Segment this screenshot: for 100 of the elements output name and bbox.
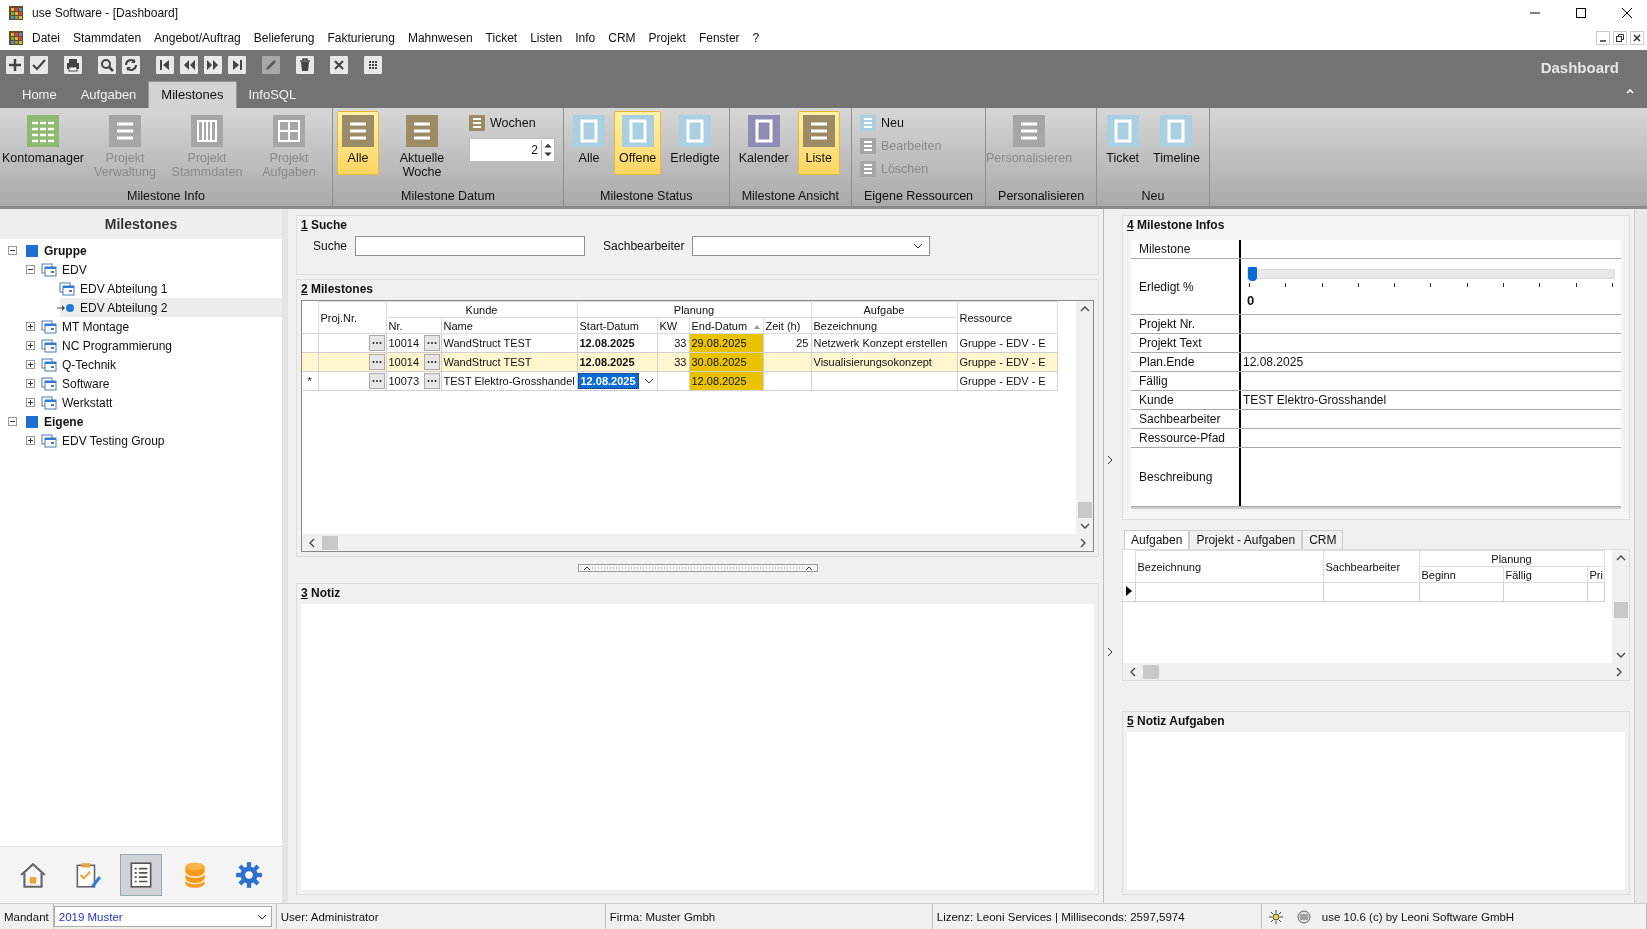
first-record-icon[interactable] <box>156 56 174 74</box>
menu-item[interactable]: Belieferung <box>253 31 315 45</box>
trash-icon[interactable] <box>296 56 314 74</box>
column-header[interactable]: Sachbearbeiter <box>1323 550 1419 583</box>
check-icon[interactable] <box>30 56 48 74</box>
menu-item[interactable]: Ticket <box>485 31 518 45</box>
menu-item[interactable]: Angebot/Auftrag <box>154 31 241 45</box>
chevron-down-icon[interactable] <box>643 378 654 384</box>
scroll-right-icon[interactable] <box>1615 666 1623 677</box>
scrollbar[interactable] <box>1076 301 1093 534</box>
collapse-right-icon[interactable] <box>1106 646 1114 658</box>
expand-icon[interactable] <box>26 398 35 407</box>
column-header[interactable]: KW <box>657 317 689 334</box>
menu-item[interactable]: Projekt <box>648 31 686 45</box>
splitter-handle[interactable] <box>577 564 818 572</box>
scrollbar-thumb[interactable] <box>1077 502 1092 518</box>
ellipsis-button[interactable] <box>423 335 440 351</box>
ellipsis-button[interactable] <box>368 335 385 351</box>
expand-icon[interactable] <box>26 379 35 388</box>
column-header[interactable]: Pri <box>1587 566 1604 583</box>
progress-slider[interactable] <box>1247 269 1615 279</box>
ribbon-button[interactable]: Ticket <box>1101 111 1145 175</box>
printer-icon[interactable] <box>64 56 82 74</box>
menu-item[interactable]: Stammdaten <box>73 31 142 45</box>
tree-item[interactable]: EDV <box>60 261 89 278</box>
close-icon[interactable] <box>1621 7 1633 19</box>
menu-item[interactable]: ? <box>752 31 760 45</box>
grid-row[interactable]: 10014 WandStruct TEST 12.08.2025 33 30.08.2025 Visualisierungsokonzept Gruppe - EDV - E <box>302 352 1057 372</box>
scrollbar[interactable] <box>1123 663 1629 680</box>
scrollbar[interactable] <box>302 534 1093 551</box>
ribbon-tab[interactable]: InfoSQL <box>236 82 309 108</box>
ribbon-button[interactable]: Kalender <box>733 111 794 175</box>
column-header[interactable]: Zeit (h) <box>763 317 811 334</box>
ribbon-button[interactable]: Liste <box>797 111 840 175</box>
scroll-left-icon[interactable] <box>308 537 316 548</box>
search-field[interactable] <box>355 236 586 256</box>
ribbon-tab[interactable]: Aufgaben <box>68 82 149 108</box>
grid-row[interactable]: * 10073 TEST Elektro-Grosshandel 12.08.2025 12.08.2025 Gruppe - EDV - E <box>302 371 1057 391</box>
column-header[interactable]: Fällig <box>1503 566 1587 583</box>
add-icon[interactable] <box>6 56 24 74</box>
tree-item[interactable]: Werkstatt <box>60 394 115 411</box>
collapse-icon[interactable] <box>26 265 35 274</box>
maximize-icon[interactable] <box>1575 7 1587 19</box>
scroll-left-icon[interactable] <box>1129 666 1137 677</box>
ribbon-button[interactable]: Aktuelle Woche <box>383 111 461 175</box>
list-button[interactable] <box>120 854 162 896</box>
menu-item[interactable]: Fakturierung <box>327 31 395 45</box>
last-record-icon[interactable] <box>228 56 246 74</box>
tab[interactable]: Projekt - Aufgaben <box>1189 530 1303 549</box>
column-header[interactable]: End-Datum <box>689 317 763 334</box>
search-icon[interactable] <box>98 56 116 74</box>
client-dropdown[interactable]: 2019 Muster <box>53 906 272 927</box>
tree-item[interactable]: Q-Technik <box>60 356 119 373</box>
collapse-icon[interactable] <box>8 417 17 426</box>
ribbon-small-button[interactable]: Wochen <box>469 115 555 131</box>
clerk-dropdown[interactable] <box>692 236 931 256</box>
collapse-icon[interactable] <box>8 246 17 255</box>
ribbon-tab[interactable]: Milestones <box>148 81 237 108</box>
tree-item[interactable]: MT Montage <box>60 318 132 335</box>
ribbon-small-button[interactable]: Neu <box>859 115 942 131</box>
minimize-icon[interactable] <box>1596 31 1610 45</box>
tree-item[interactable]: Eigene <box>42 413 86 430</box>
ribbon-button[interactable]: Timeline <box>1148 111 1205 175</box>
tree-item[interactable]: Gruppe <box>42 242 89 259</box>
scroll-right-icon[interactable] <box>1079 537 1087 548</box>
grid-row[interactable]: 10014 WandStruct TEST 12.08.2025 33 29.08.2025 25 Netzwerk Konzept erstellen Gruppe - EDV - E <box>302 333 1057 353</box>
ribbon-tab[interactable]: Home <box>10 82 69 108</box>
ellipsis-button[interactable] <box>423 373 440 389</box>
cancel-icon[interactable] <box>330 56 348 74</box>
scroll-up-icon[interactable] <box>1615 554 1626 562</box>
ribbon-button[interactable]: Kontomanager <box>4 111 82 175</box>
ribbon-button[interactable]: Alle <box>337 111 379 175</box>
menu-item[interactable]: Info <box>575 31 596 45</box>
column-header[interactable]: Beginn <box>1419 566 1503 583</box>
scroll-down-icon[interactable] <box>1079 522 1090 530</box>
grid-icon[interactable] <box>364 56 382 74</box>
tree-item[interactable]: EDV Testing Group <box>60 432 167 449</box>
date-editor[interactable]: 12.08.2025 <box>578 373 639 389</box>
expand-icon[interactable] <box>26 360 35 369</box>
tab[interactable]: CRM <box>1302 530 1344 549</box>
collapse-right-icon[interactable] <box>1106 454 1114 466</box>
scrollbar-thumb[interactable] <box>322 535 338 550</box>
tree-item[interactable]: Software <box>60 375 112 392</box>
menu-item[interactable]: Listen <box>530 31 563 45</box>
scrollbar[interactable] <box>1612 550 1629 663</box>
expand-icon[interactable] <box>26 436 35 445</box>
ellipsis-button[interactable] <box>368 373 385 389</box>
column-header[interactable]: Nr. <box>386 317 441 334</box>
tree-item[interactable]: NC Programmierung <box>60 337 175 354</box>
column-header[interactable]: Start-Datum <box>577 317 657 334</box>
menu-item[interactable]: CRM <box>608 31 636 45</box>
tree-item[interactable]: EDV Abteilung 1 <box>78 280 170 297</box>
expand-icon[interactable] <box>26 322 35 331</box>
ribbon-button[interactable]: Erledigte <box>665 111 725 175</box>
refresh-icon[interactable] <box>122 56 140 74</box>
menu-item[interactable]: Fenster <box>698 31 740 45</box>
week-spinner[interactable]: 2 <box>469 138 555 162</box>
scrollbar-thumb[interactable] <box>1143 664 1159 679</box>
ribbon-button[interactable]: Alle <box>568 111 610 175</box>
column-header[interactable]: Name <box>441 317 577 334</box>
